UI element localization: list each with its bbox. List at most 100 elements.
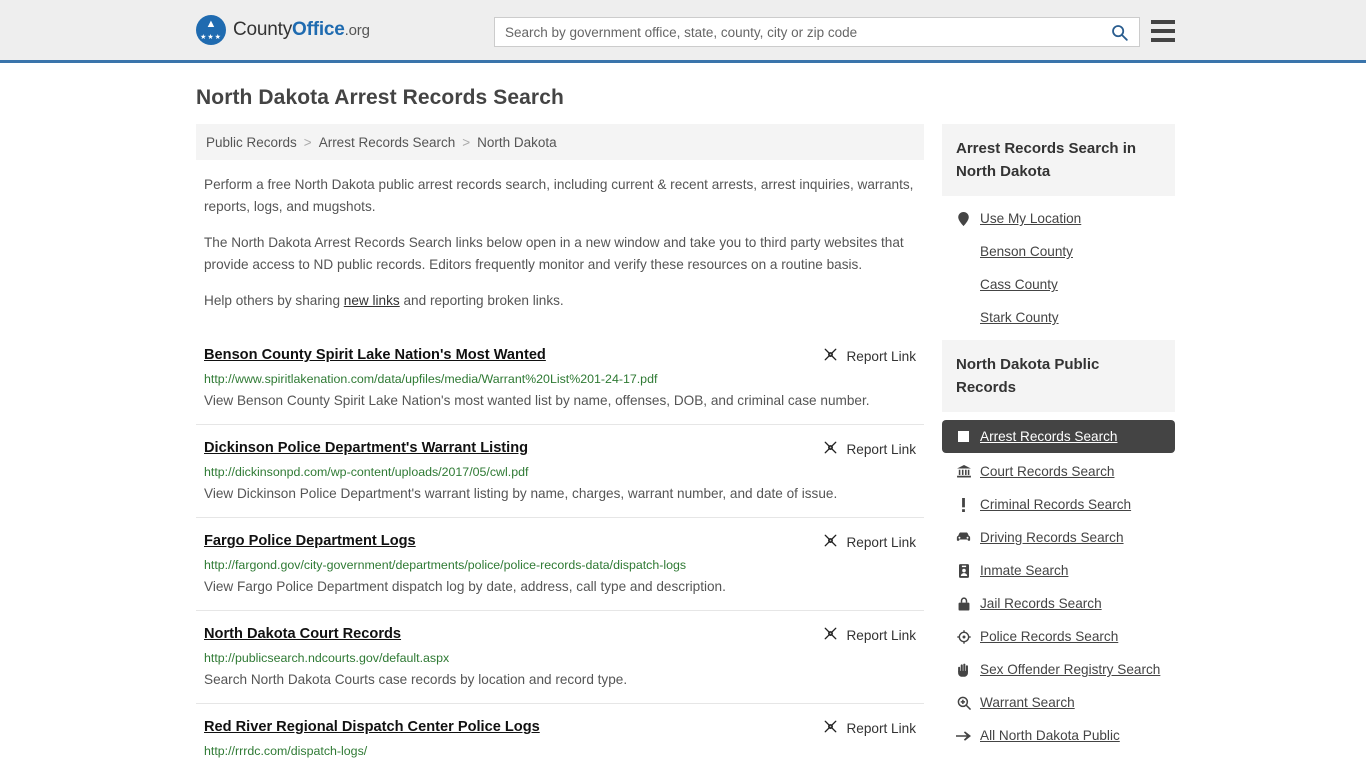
magnifier-plus-icon	[956, 696, 971, 710]
car-icon	[956, 532, 971, 543]
report-link-button[interactable]: Report Link	[823, 718, 916, 737]
sidebar-item-cass-county[interactable]: Cass County	[942, 268, 1175, 301]
intro-paragraph-3: Help others by sharing new links and rep…	[196, 290, 924, 312]
breadcrumb-separator: >	[303, 134, 312, 150]
breadcrumb-item-north-dakota: North Dakota	[477, 134, 557, 150]
sidebar-box-nd-public-records: North Dakota Public Records Arrest Recor…	[942, 340, 1175, 752]
sidebar-item-use-my-location[interactable]: Use My Location	[942, 202, 1175, 235]
sidebar-item-label: Driving Records Search	[980, 530, 1124, 545]
sidebar-item-label: Inmate Search	[980, 563, 1069, 578]
result-title-link[interactable]: Red River Regional Dispatch Center Polic…	[204, 718, 540, 737]
sidebar-heading-public-records: North Dakota Public Records	[942, 340, 1175, 412]
sidebar-item-label: Use My Location	[980, 211, 1082, 226]
result-title-link[interactable]: Fargo Police Department Logs	[204, 532, 416, 551]
intro-paragraph-1: Perform a free North Dakota public arres…	[204, 177, 914, 214]
sidebar-item-warrant-search[interactable]: Warrant Search	[942, 686, 1175, 719]
result-description: View Benson County Spirit Lake Nation's …	[204, 393, 870, 408]
sidebar-item-label: Criminal Records Search	[980, 497, 1132, 512]
lock-icon	[956, 596, 971, 611]
report-link-button[interactable]: Report Link	[823, 439, 916, 458]
site-header: ▲ ★★★ CountyOffice.org	[0, 0, 1366, 63]
report-link-button[interactable]: Report Link	[823, 532, 916, 551]
result-header: Red River Regional Dispatch Center Polic…	[204, 718, 916, 737]
intro-text-after-link: and reporting broken links.	[399, 293, 564, 308]
sidebar-item-police-records-search[interactable]: Police Records Search	[942, 620, 1175, 653]
menu-bar-1	[1151, 20, 1175, 24]
result-header: Benson County Spirit Lake Nation's Most …	[204, 346, 916, 365]
report-link-label: Report Link	[846, 348, 916, 364]
breadcrumb-item-public-records[interactable]: Public Records	[206, 135, 297, 150]
breadcrumb-separator: >	[462, 134, 471, 150]
sidebar-item-jail-records-search[interactable]: Jail Records Search	[942, 587, 1175, 620]
result-description: Search North Dakota Courts case records …	[204, 672, 628, 687]
exclamation-icon	[956, 497, 971, 512]
sidebar-item-criminal-records-search[interactable]: Criminal Records Search	[942, 488, 1175, 521]
search-icon[interactable]	[1099, 18, 1139, 46]
sidebar-item-sex-offender-registry-search[interactable]: Sex Offender Registry Search	[942, 653, 1175, 686]
sidebar-item-court-records-search[interactable]: Court Records Search	[942, 455, 1175, 488]
result-url: http://www.spiritlakenation.com/data/upf…	[204, 372, 658, 386]
result-item: Fargo Police Department Logs Report Link h…	[196, 517, 924, 610]
arrow-right-icon	[956, 730, 971, 741]
result-header: Fargo Police Department Logs Report Link	[204, 532, 916, 551]
broken-link-icon	[823, 533, 838, 551]
content-layout: Public Records > Arrest Records Search >…	[196, 124, 1175, 768]
site-logo[interactable]: ▲ ★★★ CountyOffice.org	[196, 15, 370, 45]
report-link-button[interactable]: Report Link	[823, 625, 916, 644]
result-item: Benson County Spirit Lake Nation's Most …	[196, 332, 924, 424]
sidebar: Arrest Records Search in North Dakota Us…	[942, 124, 1175, 758]
result-url: http://dickinsonpd.com/wp-content/upload…	[204, 465, 529, 479]
menu-bar-2	[1151, 29, 1175, 33]
result-description: View Dickinson Police Department's warra…	[204, 486, 838, 501]
white-square-icon	[956, 431, 971, 442]
sidebar-item-label: Stark County	[980, 310, 1059, 325]
new-links-link[interactable]: new links	[344, 293, 400, 308]
sidebar-heading-arrest-records: Arrest Records Search in North Dakota	[942, 124, 1175, 196]
hamburger-menu-icon[interactable]	[1151, 20, 1175, 42]
hand-icon	[956, 663, 971, 677]
search-input[interactable]	[495, 18, 1099, 46]
search-bar[interactable]	[494, 17, 1140, 47]
sidebar-item-inmate-search[interactable]: Inmate Search	[942, 554, 1175, 587]
sidebar-item-all-north-dakota-public[interactable]: All North Dakota Public	[942, 719, 1175, 752]
report-link-label: Report Link	[846, 534, 916, 550]
map-pin-icon	[956, 211, 971, 226]
sidebar-record-type-links: Arrest Records Search Court Records Searc…	[942, 412, 1175, 752]
broken-link-icon	[823, 719, 838, 737]
menu-bar-3	[1151, 38, 1175, 42]
sidebar-item-label: Warrant Search	[980, 695, 1075, 710]
report-link-label: Report Link	[846, 441, 916, 457]
broken-link-icon	[823, 626, 838, 644]
brand-part-tld: .org	[344, 22, 370, 39]
result-url: http://fargond.gov/city-government/depar…	[204, 558, 687, 572]
brand-text: CountyOffice.org	[233, 19, 370, 41]
sidebar-item-driving-records-search[interactable]: Driving Records Search	[942, 521, 1175, 554]
result-title-link[interactable]: North Dakota Court Records	[204, 625, 401, 644]
results-list: Benson County Spirit Lake Nation's Most …	[196, 332, 924, 768]
result-description: View Fargo Police Department dispatch lo…	[204, 579, 726, 594]
page-container: North Dakota Arrest Records Search Publi…	[0, 86, 1366, 768]
sidebar-box-arrest-records-in-nd: Arrest Records Search in North Dakota Us…	[942, 124, 1175, 334]
eagle-stars-seal-icon: ▲ ★★★	[196, 15, 226, 45]
sidebar-item-label: Cass County	[980, 277, 1058, 292]
result-title-link[interactable]: Dickinson Police Department's Warrant Li…	[204, 439, 528, 458]
brand-part-office: Office	[292, 19, 345, 40]
id-badge-icon	[956, 563, 971, 578]
result-header: North Dakota Court Records Report Link	[204, 625, 916, 644]
result-item: North Dakota Court Records Report Link htt…	[196, 610, 924, 703]
result-title-link[interactable]: Benson County Spirit Lake Nation's Most …	[204, 346, 546, 365]
sidebar-item-arrest-records-search[interactable]: Arrest Records Search	[942, 420, 1175, 453]
result-url: http://publicsearch.ndcourts.gov/default…	[204, 651, 450, 665]
sidebar-item-stark-county[interactable]: Stark County	[942, 301, 1175, 334]
breadcrumb-item-arrest-records-search[interactable]: Arrest Records Search	[319, 135, 456, 150]
result-item: Dickinson Police Department's Warrant Li…	[196, 424, 924, 517]
result-url: http://rrrdc.com/dispatch-logs/	[204, 744, 368, 758]
sidebar-item-benson-county[interactable]: Benson County	[942, 235, 1175, 268]
broken-link-icon	[823, 347, 838, 365]
report-link-button[interactable]: Report Link	[823, 346, 916, 365]
sidebar-item-label: Arrest Records Search	[980, 429, 1118, 444]
sidebar-item-label: Sex Offender Registry Search	[980, 662, 1161, 677]
brand-part-county: County	[233, 19, 293, 40]
intro-text-before-link: Help others by sharing	[204, 293, 344, 308]
courthouse-icon	[956, 465, 971, 478]
